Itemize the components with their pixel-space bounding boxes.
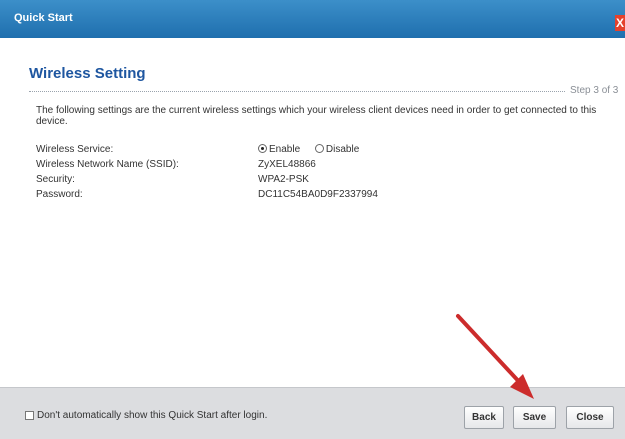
dont-show-checkbox-label[interactable]: Don't automatically show this Quick Star… [37, 410, 267, 421]
page-heading: Wireless Setting [29, 65, 146, 82]
section-divider [29, 91, 595, 92]
step-indicator: Step 3 of 3 [566, 85, 619, 96]
wireless-service-options: Enable Disable [258, 144, 371, 155]
description-text: The following settings are the current w… [36, 105, 597, 127]
dialog-titlebar: Quick Start X [0, 0, 625, 38]
enable-radio-label[interactable]: Enable [269, 144, 300, 155]
close-button[interactable]: Close [566, 406, 614, 429]
back-button[interactable]: Back [464, 406, 504, 429]
enable-radio[interactable] [258, 144, 267, 153]
wireless-service-label: Wireless Service: [36, 144, 114, 155]
dialog-content: Wireless Setting Step 3 of 3 The followi… [0, 38, 625, 387]
ssid-value: ZyXEL48866 [258, 159, 316, 170]
disable-radio[interactable] [314, 144, 324, 153]
save-button[interactable]: Save [513, 406, 556, 429]
dont-show-checkbox[interactable] [25, 411, 34, 420]
dialog-title: Quick Start [14, 12, 73, 24]
password-label: Password: [36, 189, 83, 200]
security-label: Security: [36, 174, 75, 185]
ssid-label: Wireless Network Name (SSID): [36, 159, 179, 170]
dialog-footer: Don't automatically show this Quick Star… [0, 387, 625, 439]
disable-radio-label[interactable]: Disable [326, 144, 359, 155]
close-x-icon[interactable]: X [615, 15, 625, 31]
password-value: DC11C54BA0D9F2337994 [258, 189, 378, 200]
security-value: WPA2-PSK [258, 174, 309, 185]
